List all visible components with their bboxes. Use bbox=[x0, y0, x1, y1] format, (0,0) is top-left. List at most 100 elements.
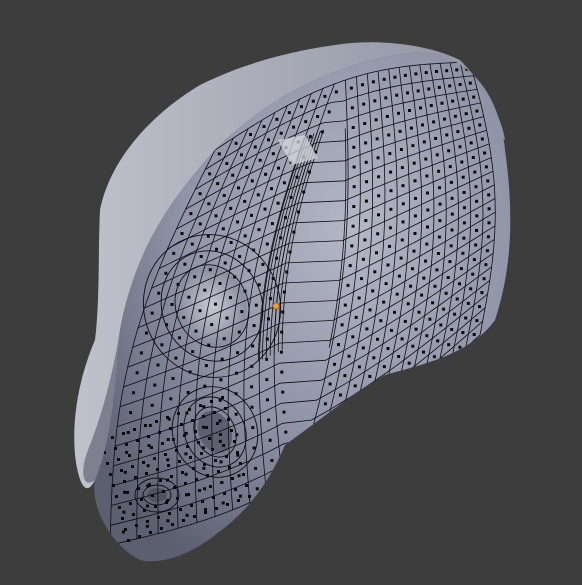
vertex-dot[interactable] bbox=[340, 323, 344, 327]
vertex-dot[interactable] bbox=[484, 263, 488, 267]
vertex-dot[interactable] bbox=[487, 207, 491, 211]
vertex-dot[interactable] bbox=[221, 227, 225, 231]
vertex-dot[interactable] bbox=[435, 268, 439, 272]
vertex-dot[interactable] bbox=[281, 310, 285, 314]
vertex-dot[interactable] bbox=[177, 412, 180, 415]
vertex-dot[interactable] bbox=[469, 141, 473, 145]
vertex-dot[interactable] bbox=[365, 180, 368, 184]
vertex-dot[interactable] bbox=[425, 334, 429, 338]
vertex-dot[interactable] bbox=[384, 96, 388, 100]
vertex-dot[interactable] bbox=[438, 219, 442, 223]
vertex-dot[interactable] bbox=[323, 94, 327, 98]
vertex-dot[interactable] bbox=[471, 272, 475, 276]
vertex-dot[interactable] bbox=[202, 415, 205, 418]
vertex-dot[interactable] bbox=[236, 220, 240, 224]
vertex-dot[interactable] bbox=[371, 80, 375, 84]
vertex-dot[interactable] bbox=[389, 189, 393, 193]
vertex-dot[interactable] bbox=[370, 419, 374, 423]
vertex-dot[interactable] bbox=[433, 284, 437, 288]
vertex-dot[interactable] bbox=[352, 145, 356, 149]
vertex-dot[interactable] bbox=[469, 287, 473, 291]
vertex-dot[interactable] bbox=[478, 123, 482, 127]
vertex-dot[interactable] bbox=[435, 70, 438, 73]
vertex-dot[interactable] bbox=[156, 363, 160, 367]
vertex-dot[interactable] bbox=[374, 401, 378, 405]
vertex-dot[interactable] bbox=[275, 117, 279, 121]
vertex-dot[interactable] bbox=[236, 351, 240, 355]
vertex-dot[interactable] bbox=[140, 498, 143, 501]
vertex-dot[interactable] bbox=[401, 220, 405, 224]
vertex-dot[interactable] bbox=[146, 504, 149, 508]
vertex-dot[interactable] bbox=[361, 346, 365, 350]
vertex-dot[interactable] bbox=[144, 424, 147, 427]
vertex-dot[interactable] bbox=[297, 210, 300, 214]
vertex-dot[interactable] bbox=[429, 104, 433, 107]
vertex-dot[interactable] bbox=[234, 412, 238, 416]
vertex-dot[interactable] bbox=[462, 191, 466, 194]
vertex-dot[interactable] bbox=[200, 452, 203, 455]
vertex-dot[interactable] bbox=[184, 472, 188, 476]
vertex-dot[interactable] bbox=[214, 302, 217, 306]
vertex-dot[interactable] bbox=[346, 283, 350, 287]
vertex-dot[interactable] bbox=[451, 99, 455, 103]
vertex-dot[interactable] bbox=[112, 484, 115, 487]
vertex-dot[interactable] bbox=[462, 221, 466, 225]
vertex-dot[interactable] bbox=[339, 441, 343, 445]
vertex-dot[interactable] bbox=[249, 133, 252, 136]
vertex-dot[interactable] bbox=[429, 371, 433, 374]
vertex-dot[interactable] bbox=[324, 451, 328, 455]
vertex-dot[interactable] bbox=[180, 423, 183, 426]
vertex-dot[interactable] bbox=[211, 448, 214, 451]
vertex-dot[interactable] bbox=[288, 250, 292, 254]
vertex-dot[interactable] bbox=[455, 68, 459, 72]
vertex-dot[interactable] bbox=[204, 364, 208, 368]
vertex-dot[interactable] bbox=[122, 510, 126, 514]
vertex-dot[interactable] bbox=[219, 460, 223, 464]
vertex-dot[interactable] bbox=[205, 426, 208, 429]
vertex-dot[interactable] bbox=[212, 496, 215, 499]
vertex-dot[interactable] bbox=[436, 252, 440, 255]
vertex-dot[interactable] bbox=[352, 205, 356, 208]
vertex-dot[interactable] bbox=[158, 431, 161, 434]
vertex-dot[interactable] bbox=[122, 432, 125, 435]
vertex-dot[interactable] bbox=[185, 513, 189, 517]
selected-vertex-icon[interactable] bbox=[272, 302, 280, 310]
vertex-dot[interactable] bbox=[414, 72, 418, 76]
vertex-dot[interactable] bbox=[178, 460, 181, 463]
vertex-dot[interactable] bbox=[474, 185, 478, 189]
vertex-dot[interactable] bbox=[166, 519, 170, 523]
vertex-dot[interactable] bbox=[349, 86, 353, 90]
vertex-dot[interactable] bbox=[202, 466, 206, 470]
vertex-dot[interactable] bbox=[182, 519, 185, 522]
vertex-dot[interactable] bbox=[135, 371, 139, 375]
vertex-dot[interactable] bbox=[222, 194, 226, 197]
vertex-dot[interactable] bbox=[257, 228, 261, 232]
vertex-dot[interactable] bbox=[237, 499, 240, 502]
vertex-dot[interactable] bbox=[215, 507, 218, 510]
vertex-dot[interactable] bbox=[179, 508, 182, 511]
vertex-dot[interactable] bbox=[187, 295, 191, 299]
vertex-dot[interactable] bbox=[279, 350, 283, 354]
vertex-dot[interactable] bbox=[208, 268, 212, 272]
vertex-dot[interactable] bbox=[389, 390, 393, 394]
vertex-dot[interactable] bbox=[220, 481, 223, 484]
vertex-dot[interactable] bbox=[268, 438, 272, 442]
vertex-dot[interactable] bbox=[284, 216, 287, 220]
vertex-dot[interactable] bbox=[164, 271, 168, 275]
vertex-dot[interactable] bbox=[393, 310, 396, 314]
vertex-dot[interactable] bbox=[352, 185, 356, 189]
vertex-dot[interactable] bbox=[418, 367, 422, 371]
vertex-dot[interactable] bbox=[124, 528, 127, 531]
vertex-dot[interactable] bbox=[252, 324, 256, 328]
vertex-dot[interactable] bbox=[413, 179, 417, 183]
vertex-dot[interactable] bbox=[236, 451, 239, 454]
vertex-dot[interactable] bbox=[453, 312, 457, 316]
vertex-dot[interactable] bbox=[389, 170, 393, 174]
vertex-dot[interactable] bbox=[286, 450, 290, 454]
vertex-dot[interactable] bbox=[289, 196, 293, 199]
vertex-dot[interactable] bbox=[414, 196, 417, 200]
vertex-dot[interactable] bbox=[400, 395, 404, 399]
vertex-dot[interactable] bbox=[448, 260, 452, 264]
vertex-dot[interactable] bbox=[166, 438, 170, 441]
vertex-dot[interactable] bbox=[223, 261, 227, 265]
